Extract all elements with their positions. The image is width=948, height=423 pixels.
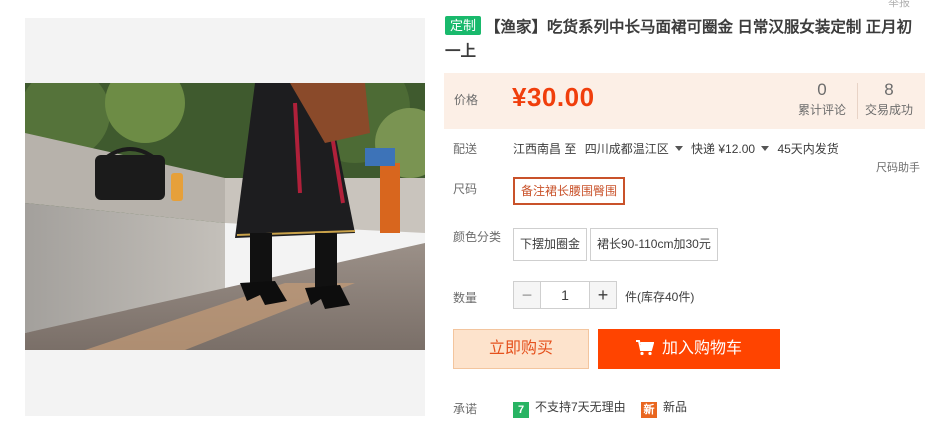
color-option-hem-gold[interactable]: 下摆加圈金 bbox=[513, 228, 588, 261]
size-option[interactable]: 备注裙长腰围臀围 bbox=[513, 177, 626, 205]
quantity-label: 数量 bbox=[453, 291, 478, 305]
add-to-cart-label: 加入购物车 bbox=[661, 340, 742, 357]
custom-tag: 定制 bbox=[445, 16, 482, 35]
sales-count-label: 交易成功 bbox=[864, 103, 913, 117]
destination-caret-icon[interactable] bbox=[674, 146, 683, 151]
sales-count-stat[interactable]: 8 交易成功 bbox=[858, 79, 920, 119]
size-helper-link[interactable]: 尺码助手 bbox=[876, 159, 920, 175]
size-label: 尺码 bbox=[453, 182, 478, 196]
dispatch-time: 45天内发货 bbox=[777, 142, 839, 156]
product-photo[interactable] bbox=[25, 83, 425, 350]
shipping-label: 配送 bbox=[453, 142, 478, 156]
price-panel: 价格 ¥30.00 0 累计评论 8 交易成功 bbox=[444, 73, 925, 129]
product-title-text: 【渔家】吃货系列中长马面裙可圈金 日常汉服女装定制 正月初一上 bbox=[445, 19, 913, 60]
fee-caret-icon[interactable] bbox=[761, 146, 770, 151]
color-option-length[interactable]: 裙长90-110cm加30元 bbox=[590, 228, 718, 261]
review-count-stat[interactable]: 0 累计评论 bbox=[791, 79, 853, 119]
quantity-increase-button[interactable]: + bbox=[589, 281, 617, 309]
review-count: 0 bbox=[817, 80, 827, 99]
quantity-decrease-button[interactable]: − bbox=[513, 281, 541, 309]
promise-list: 7 不支持7天无理由 新新品 bbox=[513, 398, 687, 418]
product-title: 定制 【渔家】吃货系列中长马面裙可圈金 日常汉服女装定制 正月初一上 bbox=[445, 16, 925, 64]
quantity-input[interactable]: 1 bbox=[541, 281, 589, 309]
promise-no-return[interactable]: 不支持7天无理由 bbox=[535, 400, 626, 414]
new-badge-icon: 新 bbox=[641, 402, 658, 418]
product-photo-illustration bbox=[25, 83, 425, 350]
shipping-origin: 江西南昌 至 bbox=[513, 142, 577, 156]
add-to-cart-button[interactable]: 加入购物车 bbox=[598, 329, 780, 369]
promise-new-item[interactable]: 新品 bbox=[663, 400, 687, 414]
shipping-destination[interactable]: 四川成都温江区 bbox=[585, 142, 669, 156]
color-label: 颜色分类 bbox=[453, 230, 502, 244]
shipping-info: 江西南昌 至 四川成都温江区 快递 ¥12.00 45天内发货 bbox=[513, 140, 844, 157]
price-value: ¥30.00 bbox=[512, 82, 595, 112]
buy-now-button[interactable]: 立即购买 bbox=[453, 329, 589, 369]
price-label: 价格 bbox=[454, 93, 479, 107]
sales-count: 8 bbox=[884, 80, 894, 99]
stock-info: 件(库存40件) bbox=[625, 290, 695, 304]
review-count-label: 累计评论 bbox=[797, 103, 846, 117]
shipping-fee[interactable]: 快递 ¥12.00 bbox=[691, 142, 755, 156]
report-link[interactable]: 举报 bbox=[888, 0, 910, 10]
cart-icon bbox=[635, 340, 655, 356]
promise-label: 承诺 bbox=[453, 402, 478, 416]
seven-day-badge-icon: 7 bbox=[513, 402, 529, 418]
